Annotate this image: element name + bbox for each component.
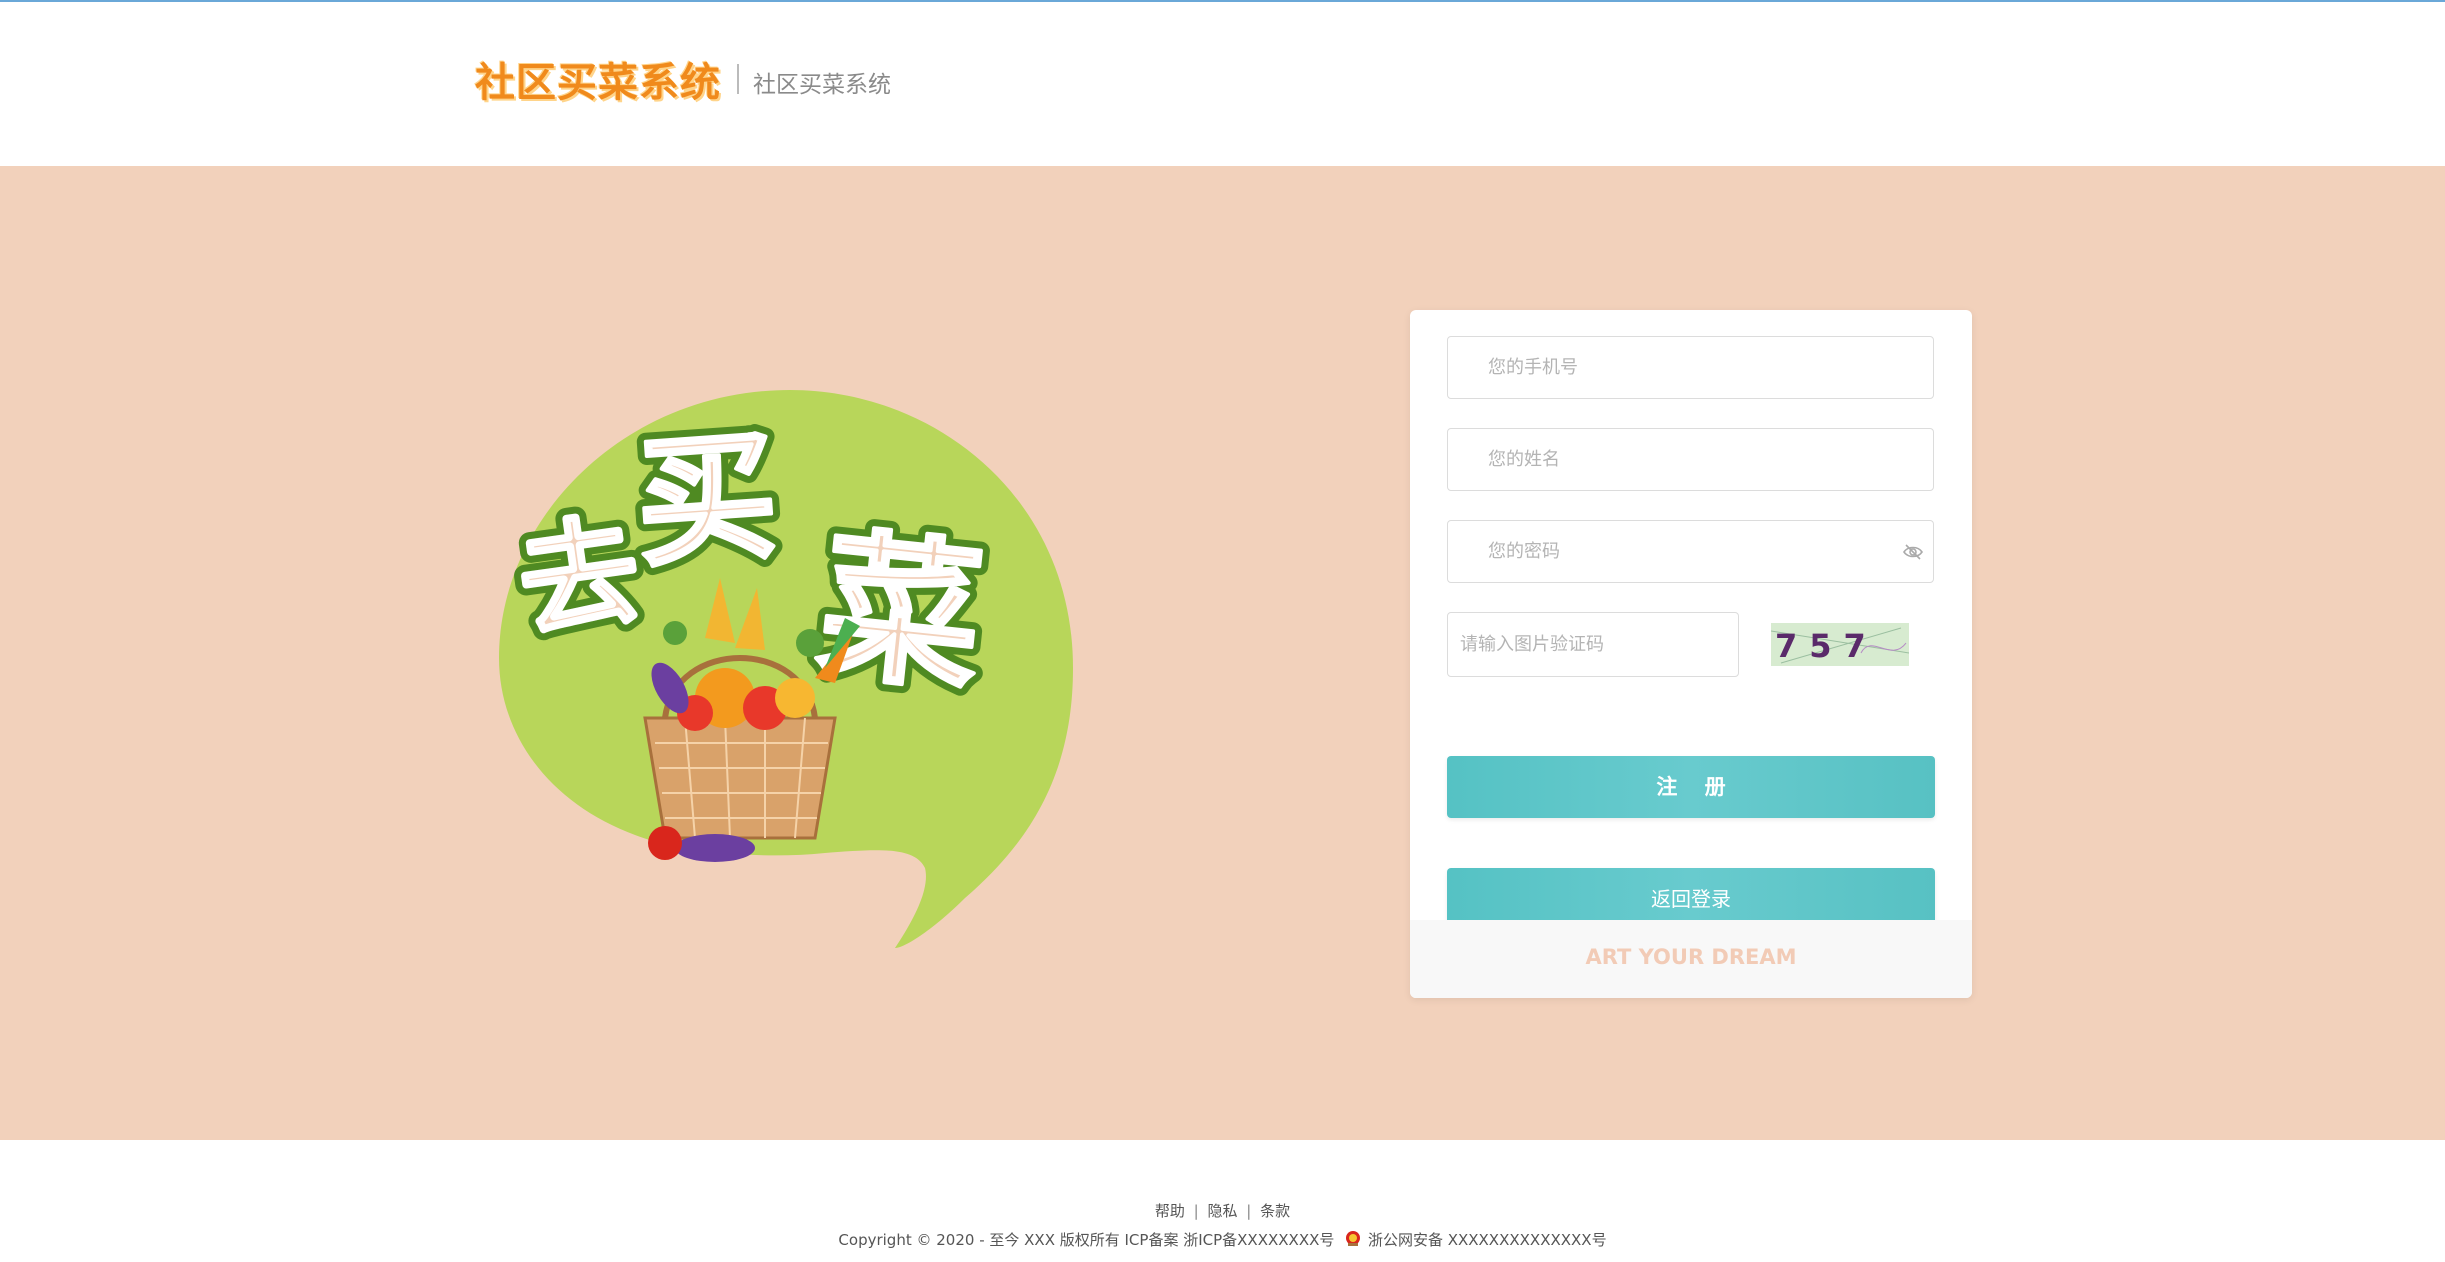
terms-link[interactable]: 条款 [1260,1202,1290,1220]
police-record-text[interactable]: 浙公网安备 XXXXXXXXXXXXXX号 [1368,1231,1607,1249]
hero-char-1: 去 [510,501,648,655]
password-input[interactable] [1447,520,1934,583]
hero-char-2: 买 [631,414,782,586]
eye-slash-icon[interactable] [1902,542,1924,562]
footer-separator: | [1246,1202,1252,1220]
footer-separator: | [1193,1202,1199,1220]
police-badge-icon [1346,1231,1361,1246]
captcha-input[interactable] [1447,612,1739,677]
site-footer: 帮助 | 隐私 | 条款 Copyright © 2020 - 至今 XXX 版… [0,1140,2445,1262]
register-button[interactable]: 注 册 [1447,756,1935,818]
footer-links: 帮助 | 隐私 | 条款 [0,1200,2445,1221]
name-input[interactable] [1447,428,1934,491]
footer-copyright: Copyright © 2020 - 至今 XXX 版权所有 ICP备案 浙IC… [0,1229,2445,1250]
hero-char-3: 菜 [811,511,990,714]
card-slogan: ART YOUR DREAM [1410,920,1972,998]
phone-input[interactable] [1447,336,1934,399]
help-link[interactable]: 帮助 [1155,1202,1185,1220]
brand-subtitle: 社区买菜系统 [753,72,891,98]
main-area: 去 去 买 买 菜 菜 您的手机号 您的姓名 请输入图片验证码 757 注 册 … [0,166,2445,1140]
copyright-text: Copyright © 2020 - 至今 XXX 版权所有 ICP备案 浙IC… [838,1231,1335,1249]
privacy-link[interactable]: 隐私 [1207,1202,1237,1220]
captcha-image[interactable]: 757 [1771,623,1909,666]
register-card: 757 注 册 返回登录 ART YOUR DREAM [1410,310,1972,998]
brand[interactable]: 社区买菜系统 社区买菜系统 [475,54,891,106]
brand-logo[interactable]: 社区买菜系统 [475,50,721,108]
site-header: 社区买菜系统 社区买菜系统 [0,2,2445,166]
brand-divider [737,64,739,94]
captcha-code: 757 [1775,627,1878,665]
hero-illustration: 去 去 买 买 菜 菜 [499,390,1073,948]
